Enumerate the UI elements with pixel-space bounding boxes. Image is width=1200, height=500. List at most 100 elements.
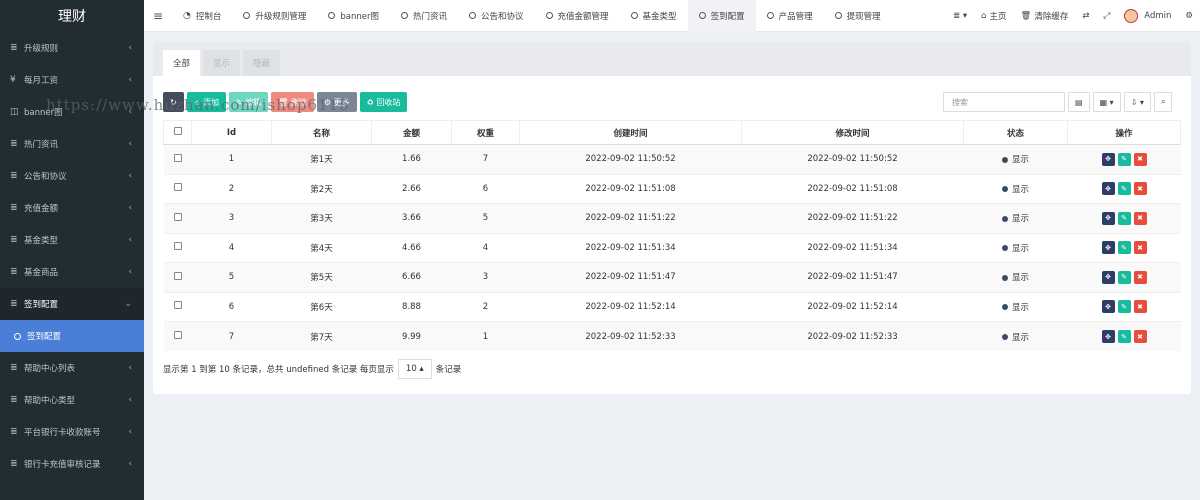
cell-status[interactable]: 显示	[963, 232, 1068, 263]
nav-tab[interactable]: 升级规则管理	[232, 0, 317, 32]
drag-icon[interactable]: ✥	[1101, 241, 1115, 255]
delete-icon[interactable]: ✖	[1133, 182, 1147, 196]
table-row[interactable]: 3 第3天 3.66 5 2022-09-02 11:51:22 2022-09-02 1…	[163, 203, 1181, 233]
sidebar-item[interactable]: ≣ 基金类型 ‹	[0, 224, 144, 256]
col-amount[interactable]: 金额	[371, 120, 452, 145]
sidebar-item[interactable]: ≣ 签到配置 ⌄	[0, 288, 144, 320]
delete-icon[interactable]: ✖	[1133, 300, 1147, 314]
col-created[interactable]: 创建时间	[519, 120, 742, 145]
sidebar-item[interactable]: ≣ 升级规则 ‹	[0, 32, 144, 64]
pagination-info: 显示第 1 到第 10 条记录，总共 undefined 条记录 每页显示 10…	[163, 359, 461, 379]
col-name[interactable]: 名称	[271, 120, 372, 145]
columns-icon[interactable]: ▦ ▾	[1092, 92, 1121, 112]
row-checkbox[interactable]	[163, 203, 192, 233]
delete-icon[interactable]: ✖	[1133, 330, 1147, 343]
row-checkbox[interactable]	[163, 321, 192, 351]
cell-status[interactable]: 显示	[963, 203, 1068, 233]
table-row[interactable]: 5 第5天 6.66 3 2022-09-02 11:51:47 2022-09-02 1…	[163, 262, 1181, 292]
nav-tab-label: 产品管理	[778, 11, 813, 22]
sidebar-item[interactable]: ≣ 充值金额 ‹	[0, 192, 144, 224]
delete-icon[interactable]: ✖	[1133, 211, 1147, 225]
brand-logo[interactable]: 理财	[0, 0, 144, 32]
edit-icon[interactable]: ✎	[1117, 330, 1131, 343]
drag-icon[interactable]: ✥	[1101, 330, 1115, 343]
tab-all[interactable]: 全部	[163, 50, 201, 76]
sidebar-item[interactable]: ≣ 帮助中心类型 ‹	[0, 384, 144, 416]
edit-icon[interactable]: ✎	[1117, 270, 1131, 284]
table-row[interactable]: 1 第1天 1.66 7 2022-09-02 11:50:52 2022-09-02 1…	[163, 144, 1181, 174]
sidebar-item[interactable]: ≣ 公告和协议 ‹	[0, 160, 144, 192]
tab-hide[interactable]: 隐藏	[243, 50, 281, 76]
clear-cache-button[interactable]: 🗑 清除缓存	[1014, 10, 1076, 22]
translate-icon[interactable]: ⇄	[1075, 11, 1096, 21]
col-weight[interactable]: 权重	[451, 120, 520, 145]
nav-tab[interactable]: 签到配置	[687, 0, 756, 32]
page-size-select[interactable]: 10 ▴	[397, 359, 432, 379]
cell-status[interactable]: 显示	[963, 262, 1068, 292]
nav-tab[interactable]: banner图	[317, 0, 390, 32]
row-checkbox[interactable]	[163, 262, 192, 292]
nav-tab[interactable]: 基金类型	[620, 0, 688, 32]
fullscreen-icon[interactable]: ⤢	[1096, 11, 1117, 21]
sidebar-item[interactable]: ≣ 银行卡充值审核记录 ‹	[0, 448, 144, 480]
cell-status[interactable]: 显示	[963, 173, 1068, 204]
edit-icon[interactable]: ✎	[1117, 300, 1131, 314]
table-row[interactable]: 2 第2天 2.66 6 2022-09-02 11:51:08 2022-09-02 1…	[163, 173, 1181, 204]
select-all-checkbox[interactable]	[163, 120, 192, 145]
user-menu[interactable]: Admin	[1117, 9, 1178, 23]
tab-show[interactable]: 显示	[203, 50, 241, 76]
nav-tab[interactable]: 产品管理	[756, 0, 824, 32]
nav-tab[interactable]: 热门资讯	[390, 0, 458, 32]
nav-tab[interactable]: 公告和协议	[458, 0, 535, 32]
toggle-view-icon[interactable]: ▤	[1068, 92, 1090, 112]
search-icon[interactable]: ⌕	[1153, 92, 1173, 112]
row-checkbox[interactable]	[163, 291, 192, 322]
nav-tab[interactable]: 充值金额管理	[535, 0, 620, 32]
cell-status[interactable]: 显示	[963, 144, 1068, 174]
drag-icon[interactable]: ✥	[1101, 270, 1115, 284]
circle-icon	[545, 12, 553, 19]
sidebar-item[interactable]: ¥ 每月工资 ‹	[0, 64, 144, 96]
col-updated[interactable]: 修改时间	[741, 120, 964, 145]
delete-icon[interactable]: ✖	[1133, 152, 1147, 166]
sidebar-item[interactable]: ≣ 平台银行卡收款账号 ‹	[0, 416, 144, 448]
edit-icon[interactable]: ✎	[1117, 182, 1131, 196]
drag-icon[interactable]: ✥	[1101, 300, 1115, 314]
cell-name: 第4天	[271, 232, 372, 263]
status-dot-icon	[1001, 156, 1008, 163]
home-link[interactable]: ⌂ 主页	[974, 10, 1013, 22]
drag-icon[interactable]: ✥	[1101, 152, 1115, 166]
col-status[interactable]: 状态	[963, 120, 1068, 145]
recycle-bin-button[interactable]: ♻ 回收站	[359, 92, 408, 112]
table-row[interactable]: 4 第4天 4.66 4 2022-09-02 11:51:34 2022-09-02 1…	[163, 232, 1181, 263]
edit-icon[interactable]: ✎	[1117, 152, 1131, 166]
tab-list-dropdown-icon[interactable]: ≣ ▾	[946, 11, 974, 21]
drag-icon[interactable]: ✥	[1101, 182, 1115, 196]
table-row[interactable]: 7 第7天 9.99 1 2022-09-02 11:52:33 2022-09-02 1…	[163, 321, 1181, 351]
delete-icon[interactable]: ✖	[1133, 270, 1147, 284]
chevron-icon: ‹	[128, 235, 132, 245]
nav-tab[interactable]: 提现管理	[824, 0, 892, 32]
col-id[interactable]: Id	[191, 120, 272, 145]
sidebar-item[interactable]: ≣ 基金商品 ‹	[0, 256, 144, 288]
cell-actions: ✥ ✎ ✖	[1067, 232, 1181, 263]
row-checkbox[interactable]	[163, 232, 192, 263]
cell-status[interactable]: 显示	[963, 321, 1068, 351]
export-icon[interactable]: ⇩ ▾	[1123, 92, 1151, 112]
menu-toggle-icon[interactable]: ≡	[144, 9, 172, 23]
sidebar-subitem-sign-in-config[interactable]: 签到配置	[0, 320, 144, 352]
nav-tab[interactable]: ◔ 控制台	[172, 0, 232, 32]
table-row[interactable]: 6 第6天 8.88 2 2022-09-02 11:52:14 2022-09-02 1…	[163, 291, 1181, 322]
settings-icon[interactable]: ⚙	[1178, 11, 1200, 21]
delete-icon[interactable]: ✖	[1133, 241, 1147, 255]
edit-icon[interactable]: ✎	[1117, 211, 1131, 225]
search-input[interactable]: 搜索	[943, 92, 1065, 112]
cell-status[interactable]: 显示	[963, 291, 1068, 322]
cell-weight: 5	[451, 203, 520, 233]
row-checkbox[interactable]	[163, 173, 192, 204]
drag-icon[interactable]: ✥	[1101, 211, 1115, 225]
edit-icon[interactable]: ✎	[1117, 241, 1131, 255]
sidebar-item[interactable]: ≣ 帮助中心列表 ‹	[0, 352, 144, 384]
row-checkbox[interactable]	[163, 144, 192, 174]
sidebar-item[interactable]: ≣ 热门资讯 ‹	[0, 128, 144, 160]
